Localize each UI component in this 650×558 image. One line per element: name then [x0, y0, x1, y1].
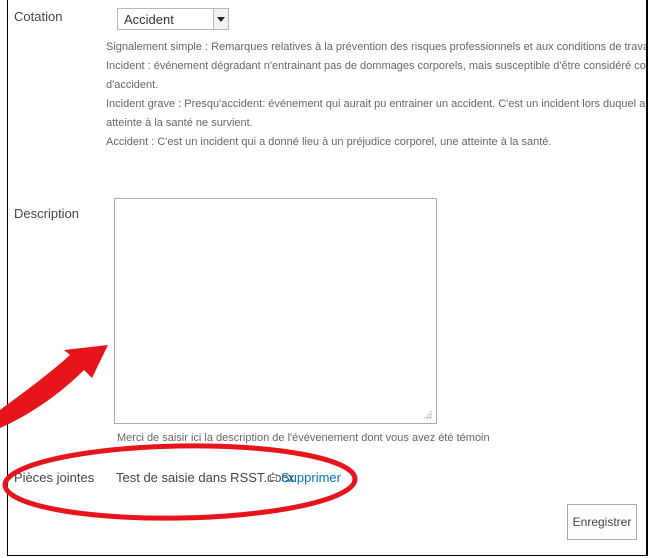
delete-icon[interactable]	[270, 474, 277, 481]
form-panel: Cotation Accident Signalement simple : R…	[7, 0, 648, 556]
help-line: Incident : événement dégradant n'entrain…	[106, 60, 646, 72]
save-button[interactable]: Enregistrer	[567, 504, 637, 540]
help-line: Signalement simple : Remarques relatives…	[106, 41, 648, 53]
delete-attachment-link[interactable]: Supprimer	[281, 470, 341, 485]
chevron-down-icon[interactable]	[213, 9, 228, 29]
description-label: Description	[14, 206, 80, 221]
cotation-help: Signalement simple : Remarques relatives…	[106, 38, 648, 152]
cotation-selected-value: Accident	[124, 12, 174, 27]
cotation-select[interactable]: Accident	[117, 8, 229, 30]
help-line: d'accident.	[106, 79, 159, 91]
resize-grip-icon[interactable]	[423, 410, 432, 419]
help-line: Incident grave : Presqu'accident: événem…	[106, 98, 646, 110]
help-line: atteinte à la santé ne survient.	[106, 117, 253, 129]
description-hint: Merci de saisir ici la description de l'…	[117, 432, 490, 444]
help-line: Accident : C'est un incident qui a donné…	[106, 136, 552, 148]
cotation-label: Cotation	[14, 9, 63, 24]
attachment-file-name: Test de saisie dans RSST.docx	[116, 470, 295, 485]
attachments-label: Pièces jointes	[14, 470, 95, 485]
description-textarea[interactable]	[114, 198, 437, 424]
